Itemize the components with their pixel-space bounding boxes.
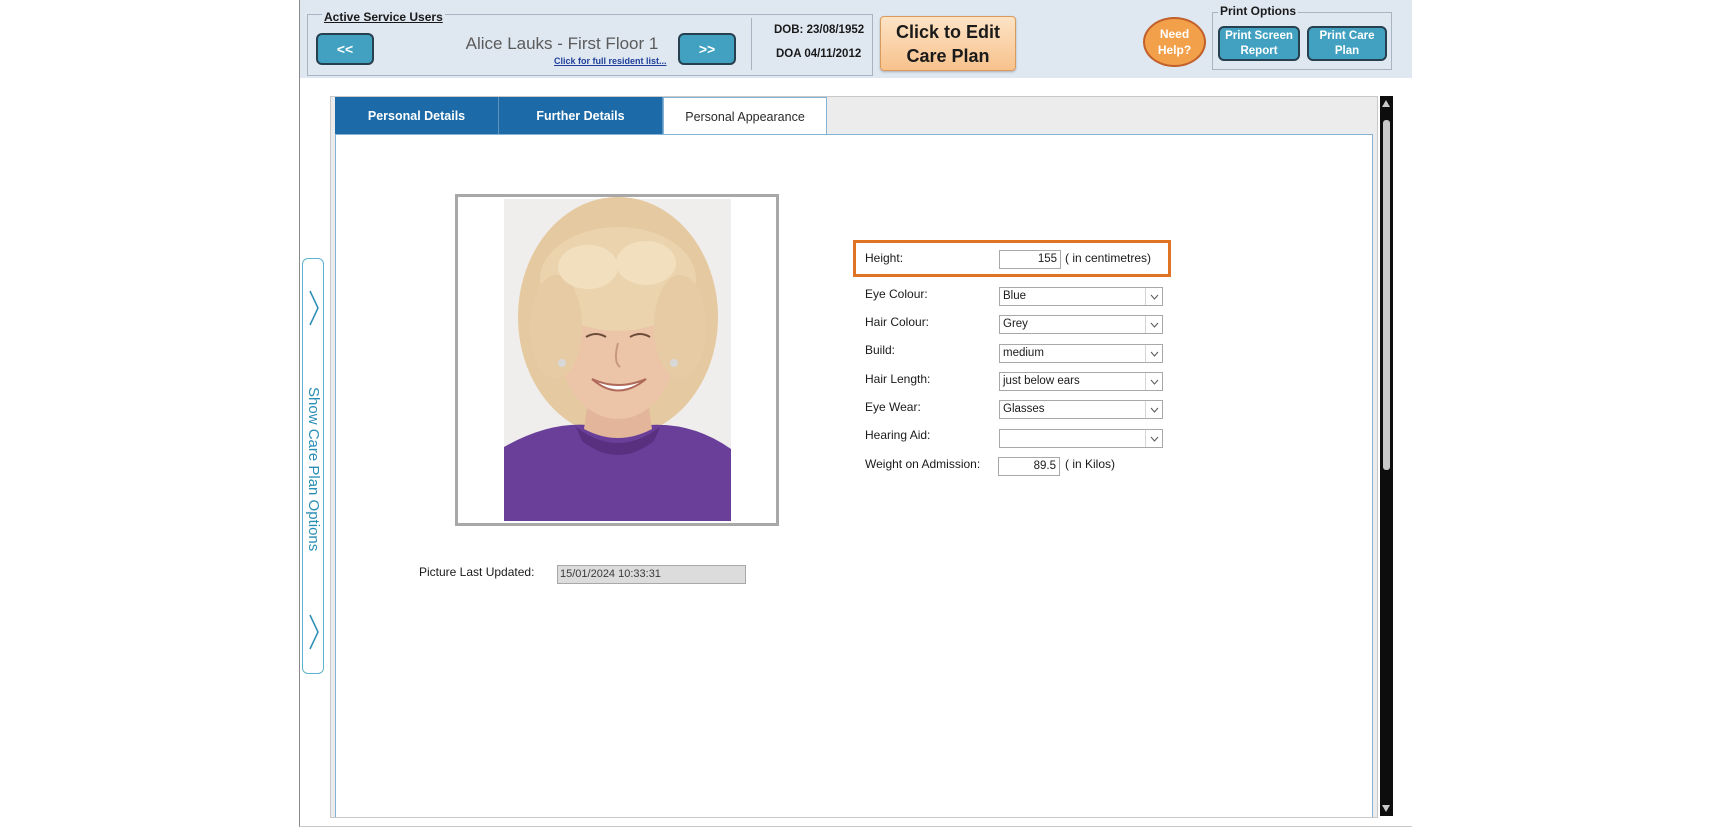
chevron-down-icon[interactable]: [1145, 401, 1162, 418]
picture-updated-label: Picture Last Updated:: [419, 565, 535, 579]
print-care-plan-button[interactable]: Print Care Plan: [1307, 26, 1387, 61]
scroll-down-icon[interactable]: [1382, 805, 1390, 812]
help-line1: Need: [1159, 27, 1190, 41]
height-unit: ( in centimetres): [1065, 251, 1152, 265]
print-screen-report-button[interactable]: Print Screen Report: [1218, 26, 1300, 61]
chevron-down-icon[interactable]: [1145, 373, 1162, 390]
tab-personal-appearance[interactable]: Personal Appearance: [663, 97, 827, 136]
tab-personal-details[interactable]: Personal Details: [335, 97, 499, 135]
chevron-right-icon: [309, 614, 319, 650]
weight-unit: ( in Kilos): [1065, 457, 1116, 471]
date-of-admission: DOA 04/11/2012: [776, 48, 862, 60]
scroll-thumb[interactable]: [1383, 120, 1390, 470]
print-care-line1: Print Care: [1319, 29, 1375, 42]
hair-length-value: just below ears: [1003, 375, 1080, 387]
hair-length-select[interactable]: just below ears: [999, 372, 1163, 391]
care-plan-window: Active Service Users << Alice Lauks - Fi…: [299, 0, 1412, 827]
chevron-down-icon[interactable]: [1145, 430, 1162, 447]
weight-label: Weight on Admission:: [865, 457, 981, 471]
edit-button-line1: Click to Edit: [895, 22, 1000, 42]
eye-wear-label: Eye Wear:: [865, 400, 921, 414]
tab-further-details[interactable]: Further Details: [499, 97, 663, 135]
build-label: Build:: [865, 343, 896, 357]
edit-care-plan-button[interactable]: Click to Edit Care Plan: [880, 16, 1016, 71]
hair-length-label: Hair Length:: [865, 372, 931, 386]
eye-colour-value: Blue: [1003, 290, 1027, 302]
build-value: medium: [1003, 347, 1044, 359]
personal-appearance-page: Picture Last Updated: 15/01/2024 10:33:3…: [335, 134, 1373, 817]
hair-colour-value: Grey: [1003, 318, 1028, 330]
show-care-plan-options-handle[interactable]: Show Care Plan Options: [302, 258, 324, 674]
chevron-right-icon: [309, 290, 319, 326]
vertical-scrollbar[interactable]: [1380, 96, 1393, 816]
resident-name: Alice Lauks - First Floor 1: [465, 34, 659, 53]
hair-colour-label: Hair Colour:: [865, 315, 930, 329]
weight-input[interactable]: 89.5: [998, 457, 1060, 476]
chevron-down-icon[interactable]: [1145, 345, 1162, 362]
picture-updated-field: 15/01/2024 10:33:31: [557, 565, 746, 584]
chevron-down-icon[interactable]: [1145, 288, 1162, 305]
header-bar: Active Service Users << Alice Lauks - Fi…: [300, 0, 1412, 78]
full-resident-list-link[interactable]: Click for full resident list...: [554, 56, 667, 66]
hearing-aid-label: Hearing Aid:: [865, 428, 931, 442]
height-label: Height:: [865, 251, 904, 265]
height-input[interactable]: 155: [999, 250, 1061, 269]
divider: [751, 18, 752, 70]
side-panel-label: Show Care Plan Options: [305, 386, 322, 552]
resident-photo-frame: [455, 194, 779, 526]
need-help-button[interactable]: Need Help?: [1143, 17, 1206, 67]
eye-colour-label: Eye Colour:: [865, 287, 928, 301]
active-users-title: Active Service Users: [322, 10, 445, 24]
eye-wear-select[interactable]: Glasses: [999, 400, 1163, 419]
eye-colour-select[interactable]: Blue: [999, 287, 1163, 306]
print-options-title: Print Options: [1218, 4, 1298, 18]
previous-resident-button[interactable]: <<: [316, 33, 374, 65]
print-screen-line1: Print Screen: [1225, 29, 1293, 42]
build-select[interactable]: medium: [999, 344, 1163, 363]
edit-button-line2: Care Plan: [906, 46, 990, 66]
scroll-up-icon[interactable]: [1382, 100, 1390, 107]
print-screen-line2: Report: [1240, 44, 1278, 57]
chevron-down-icon[interactable]: [1145, 316, 1162, 333]
help-line2: Help?: [1157, 43, 1192, 57]
hair-colour-select[interactable]: Grey: [999, 315, 1163, 334]
eye-wear-value: Glasses: [1003, 403, 1045, 415]
print-care-line2: Plan: [1334, 44, 1360, 57]
hearing-aid-select[interactable]: [999, 429, 1163, 448]
next-resident-button[interactable]: >>: [678, 33, 736, 65]
date-of-birth: DOB: 23/08/1952: [774, 24, 865, 36]
resident-photo: [458, 197, 776, 523]
tab-control: Personal Details Further Details Persona…: [330, 96, 1378, 818]
